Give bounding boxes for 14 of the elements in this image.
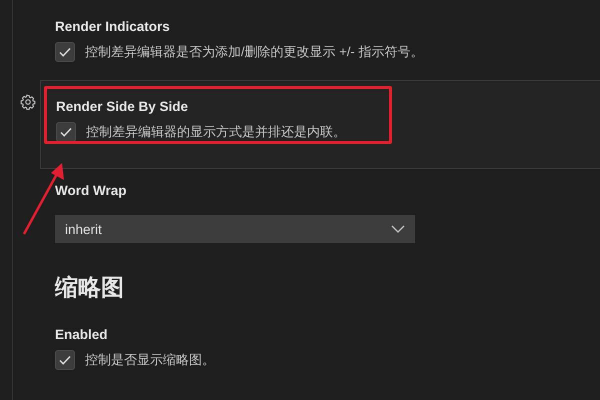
setting-title: Render Indicators [55,18,171,36]
chevron-down-icon [391,225,405,233]
setting-description: 控制差异编辑器的显示方式是并排还是内联。 [86,123,346,141]
settings-icon[interactable] [20,94,36,110]
checkbox[interactable] [56,122,76,142]
checkbox[interactable] [55,350,75,370]
setting-description: 控制差异编辑器是否为添加/删除的更改显示 +/- 指示符号。 [85,43,424,61]
setting-title: Render Side By Side [56,98,190,116]
setting-description: 控制是否显示缩略图。 [85,351,215,369]
checkbox[interactable] [55,42,75,62]
setting-title: Enabled [55,326,109,344]
section-heading: 缩略图 [54,273,125,302]
dropdown[interactable]: inherit [55,215,415,243]
setting-title: Word Wrap [55,182,128,200]
